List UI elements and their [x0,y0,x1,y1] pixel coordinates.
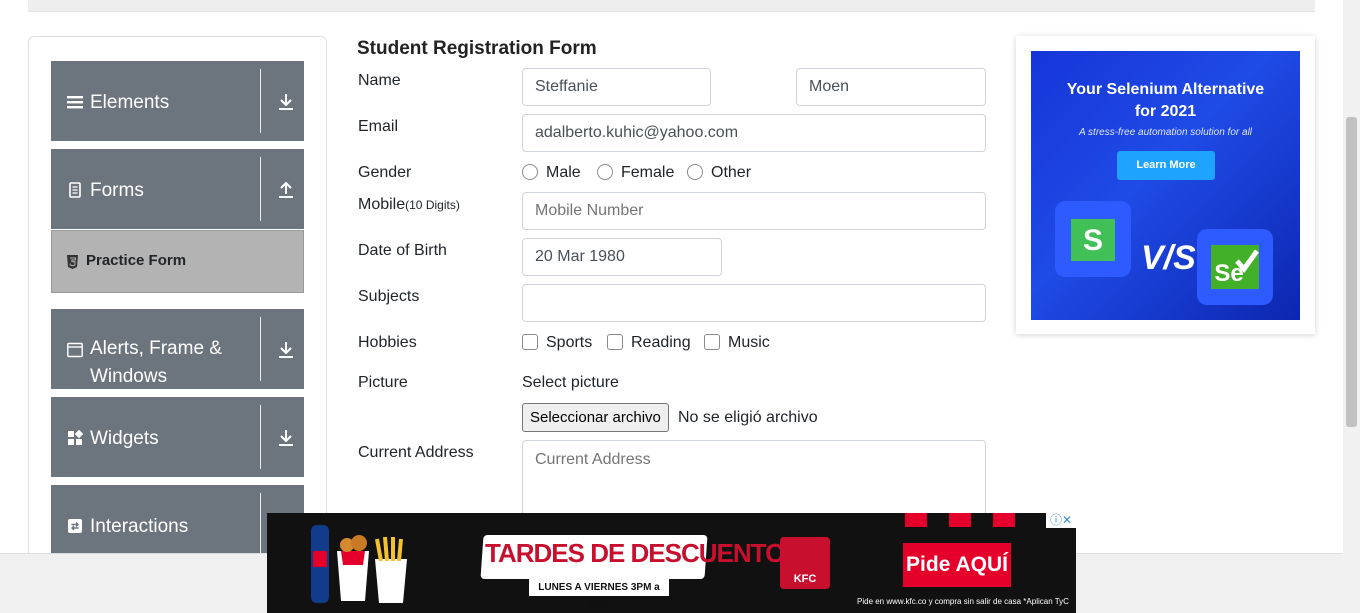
sidebar-item-label: Practice Form [86,252,187,269]
promo-schedule: LUNES A VIERNES 3PM a 6PM [529,579,669,610]
promo-footer: Pide en www.kfc.co y compra sin salir de… [857,597,1069,606]
gender-female-radio[interactable] [597,164,613,180]
divider [260,69,261,133]
current-address-label: Current Address [358,444,474,461]
email-label: Email [358,118,399,135]
interactions-icon [68,519,82,533]
learn-more-button[interactable]: Learn More [1117,151,1215,180]
ad-title: Your Selenium Alternative for 2021 [1031,79,1300,123]
divider [260,317,261,381]
choose-file-button[interactable]: Seleccionar archivo [522,403,669,432]
ad-close-icon[interactable]: ⓘ✕ [1046,513,1076,528]
mobile-input[interactable] [522,192,986,230]
kfc-logo-text: KFC [793,573,817,585]
hobbies-label: Hobbies [358,334,417,351]
window-icon [67,342,83,358]
sidebar: Elements Forms Practice Form Alerts, Fra… [28,36,327,576]
email-input[interactable] [522,114,986,152]
first-name-input[interactable] [522,68,711,106]
decor-red-block [993,513,1015,527]
sidebar-group-label: Forms [90,180,144,201]
sidebar-group-alerts[interactable]: Alerts, Frame & Windows [51,309,304,389]
katalon-logo: S [1055,201,1131,277]
gender-male-label[interactable]: Male [546,164,581,182]
sidebar-group-label: Alerts, Frame & Windows [90,338,222,387]
mobile-label: Mobile(10 Digits) [358,196,460,214]
subjects-label: Subjects [358,288,420,305]
hobby-sports-checkbox[interactable] [522,334,538,350]
document-icon [69,182,81,198]
sidebar-group-label: Interactions [90,516,189,537]
name-label: Name [358,72,401,89]
order-here-button[interactable]: Pide AQUÍ [903,543,1011,587]
current-address-textarea[interactable]: Current Address [522,440,986,520]
hobby-music-checkbox[interactable] [704,334,720,350]
bottom-ad[interactable]: TARDES DE DESCUENTO LUNES A VIERNES 3PM … [267,513,1076,613]
hobby-reading-checkbox[interactable] [607,334,623,350]
sidebar-ad[interactable]: Your Selenium Alternative for 2021 A str… [1016,36,1315,334]
form-title: Student Registration Form [357,38,597,59]
ad-subtitle: A stress-free automation solution for al… [1078,127,1253,138]
ad-title-line2: for 2021 [1134,103,1197,120]
decor-red-block [949,513,971,527]
divider [260,157,261,221]
sidebar-group-elements[interactable]: Elements [51,61,304,141]
ad-title-line1: Your Selenium Alternative [1066,81,1265,98]
mobile-hint: (10 Digits) [405,198,460,212]
upload-arrow-icon[interactable] [277,181,295,199]
gender-label: Gender [358,164,412,181]
gender-other-label[interactable]: Other [711,164,751,182]
sidebar-group-forms[interactable]: Forms [51,149,304,229]
last-name-input[interactable] [796,68,986,106]
download-arrow-icon[interactable] [277,429,295,447]
html5-icon [67,255,78,269]
mobile-label-text: Mobile [358,196,406,213]
hobby-sports-label[interactable]: Sports [546,334,592,352]
subjects-input[interactable] [522,284,986,322]
list-icon [67,96,83,109]
download-arrow-icon[interactable] [277,341,295,359]
hobby-music-label[interactable]: Music [728,334,770,352]
selenium-logo: Se [1197,229,1273,305]
versus-text: V/S [1141,239,1196,277]
top-banner-strip [28,0,1315,12]
select-picture-label: Select picture [522,374,619,391]
dob-input[interactable] [522,238,722,276]
decor-red-block [905,513,927,527]
divider [260,493,261,557]
selenium-logo-icon: Se [1211,245,1260,289]
scrollbar-thumb[interactable] [1346,117,1357,427]
divider [260,405,261,469]
ad-banner[interactable]: Your Selenium Alternative for 2021 A str… [1031,51,1300,320]
widgets-icon [68,430,83,445]
food-products-image [311,525,407,603]
promo-headline: TARDES DE DESCUENTO [485,538,785,568]
file-status: No se eligió archivo [678,409,818,426]
sidebar-item-practice-form[interactable]: Practice Form [51,230,304,293]
sidebar-group-label: Elements [90,92,170,113]
svg-text:S: S [1083,224,1103,257]
kfc-logo: KFC [780,537,830,589]
sidebar-group-widgets[interactable]: Widgets [51,397,304,477]
gender-male-radio[interactable] [522,164,538,180]
dob-label: Date of Birth [358,242,447,259]
download-arrow-icon[interactable] [277,93,295,111]
hobby-reading-label[interactable]: Reading [631,334,691,352]
gender-other-radio[interactable] [687,164,703,180]
gender-female-label[interactable]: Female [621,164,674,182]
picture-label: Picture [358,374,408,391]
katalon-logo-icon: S [1071,219,1115,261]
sidebar-group-label: Widgets [90,428,159,449]
